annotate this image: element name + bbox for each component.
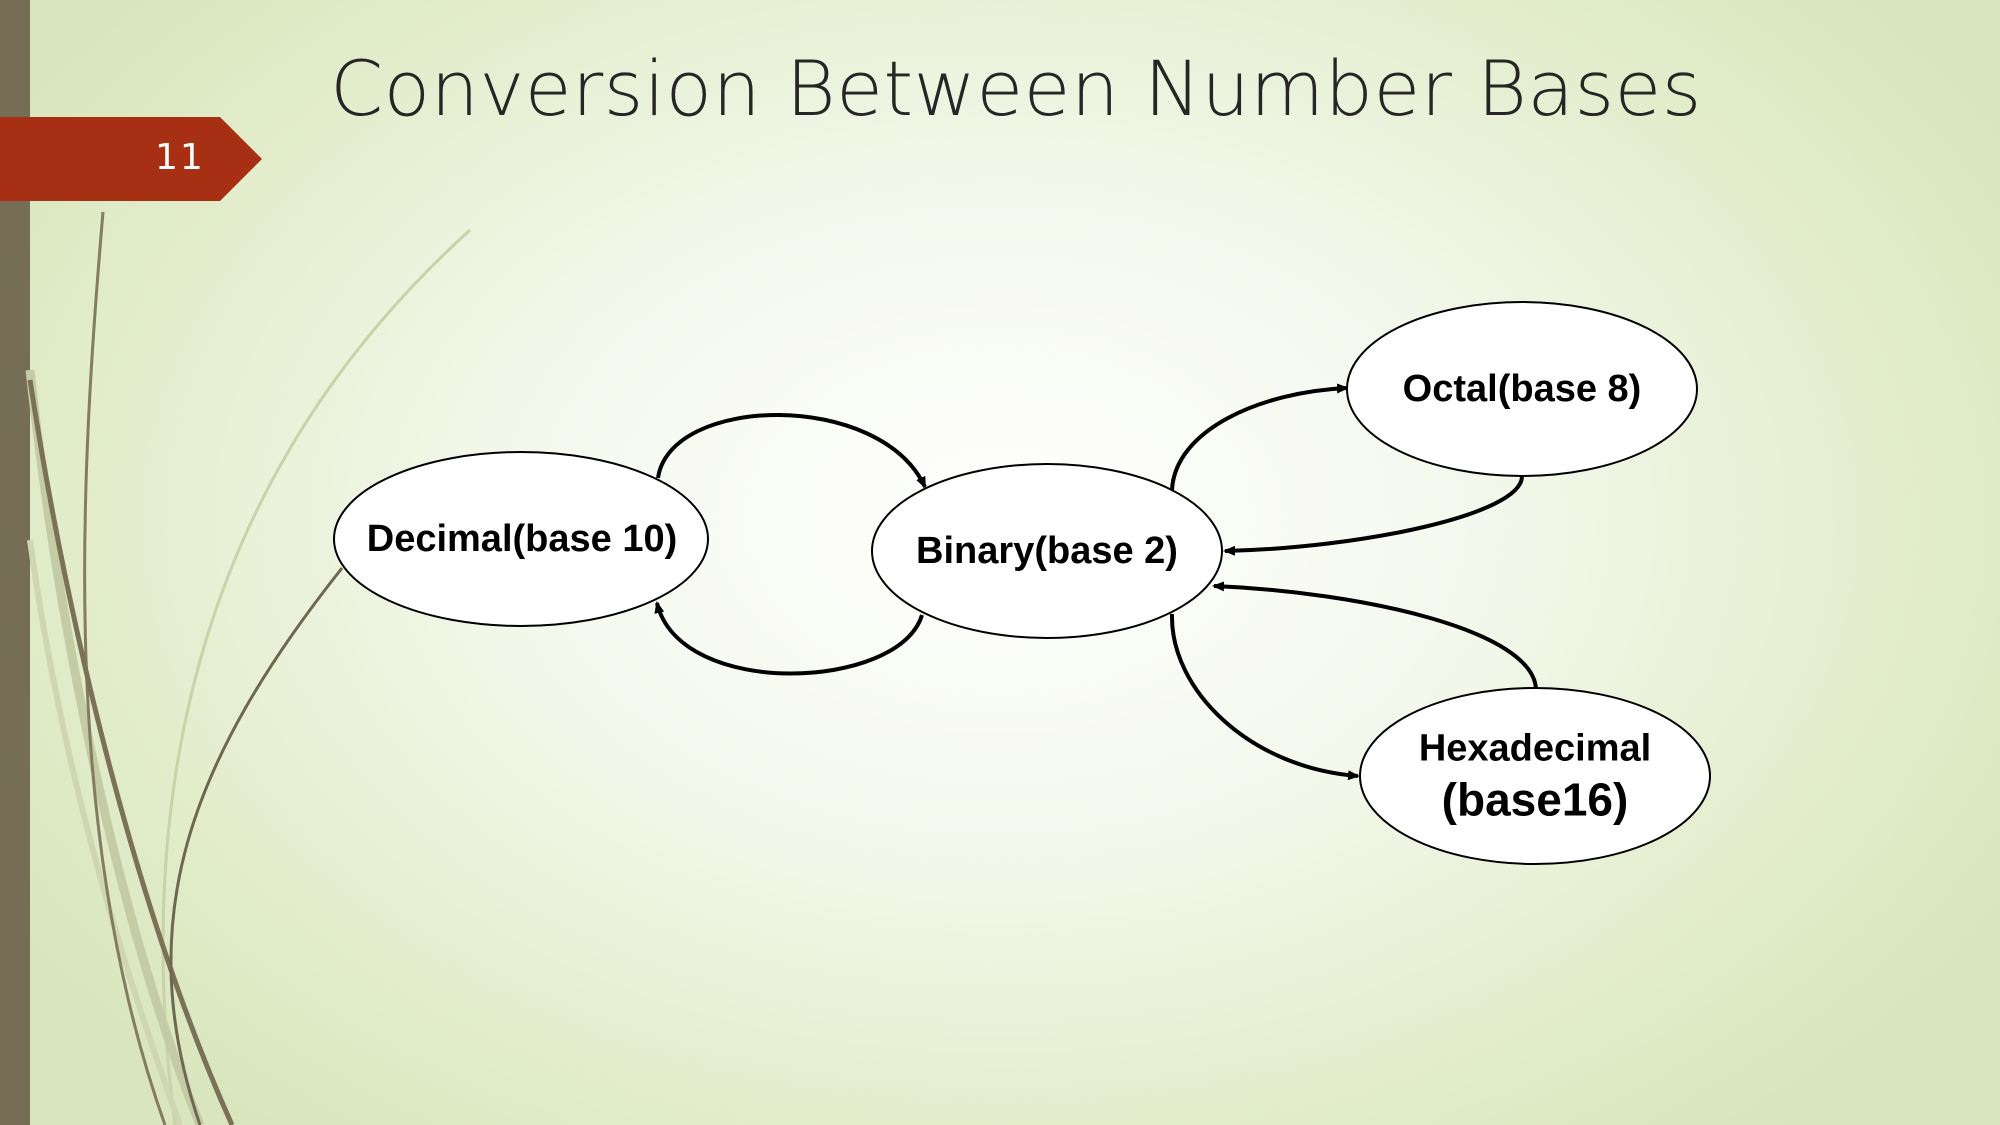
- arrow-binary-to-decimal: [654, 601, 924, 676]
- hexadecimal-label-line1: Hexadecimal: [1418, 727, 1652, 770]
- arrow-binary-to-hexadecimal: [1169, 613, 1360, 781]
- hexadecimal-label-line2: (base16): [1441, 773, 1629, 826]
- arrow-decimal-to-binary: [656, 413, 927, 489]
- octal-node-label: Octal(base 8): [1402, 368, 1642, 411]
- binary-node-label: Binary(base 2): [916, 530, 1178, 573]
- arrow-hexadecimal-to-binary: [1212, 581, 1538, 691]
- arrow-octal-to-binary: [1223, 476, 1524, 556]
- arrow-binary-to-octal: [1170, 383, 1349, 491]
- decimal-node-label: Decimal(base 10): [366, 518, 678, 561]
- hexadecimal-node-label: Hexadecimal (base16): [1419, 727, 1651, 828]
